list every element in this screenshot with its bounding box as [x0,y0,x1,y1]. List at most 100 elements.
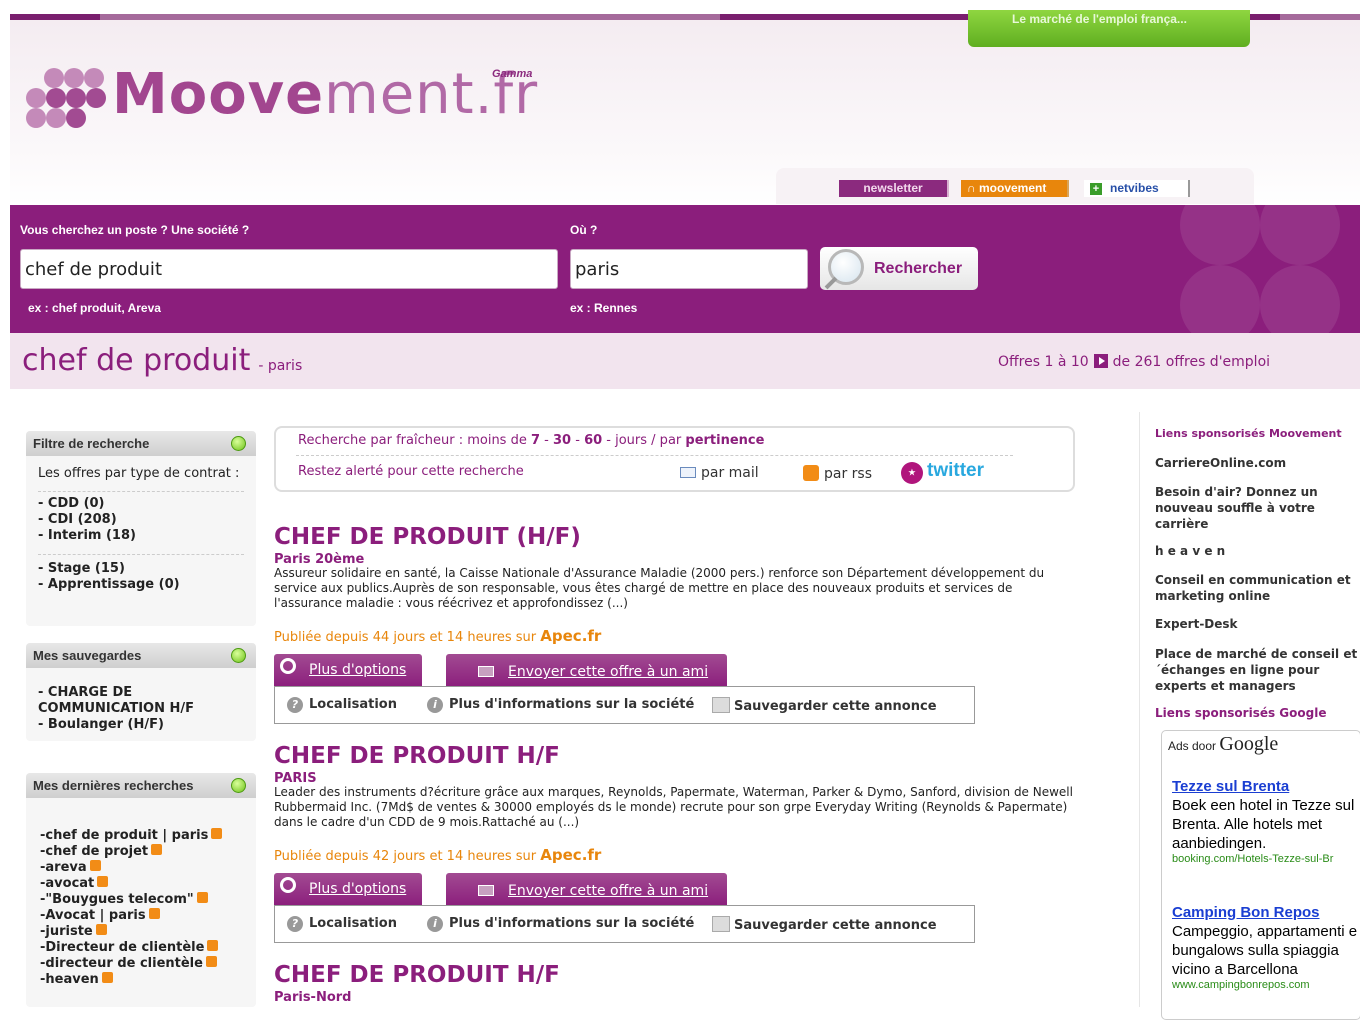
saved-item[interactable]: - Boulanger (H/F) [38,717,244,733]
recent-item[interactable]: -Avocat | paris [40,908,244,924]
recent-item[interactable]: -chef de produit | paris [40,828,244,844]
saved-title: Mes sauvegardes [33,648,142,663]
days-7-link[interactable]: 7 [531,433,540,448]
recent-item[interactable]: -avocat [40,876,244,892]
rss-icon[interactable] [196,892,208,903]
rss-icon[interactable] [207,940,219,951]
rss-icon[interactable] [148,908,160,919]
rss-icon[interactable] [97,876,109,887]
company-info-action[interactable]: i Plus d'informations sur la société [427,697,694,713]
ad-title[interactable]: Camping Bon Repos [1172,903,1360,922]
recent-item[interactable]: -chef de projet [40,844,244,860]
netvibes-button[interactable]: + netvibes [1084,180,1190,197]
more-options-tab[interactable]: Plus d'options [274,873,422,906]
where-input[interactable]: paris [570,249,808,289]
google-ads-box: Ads door Google Tezze sul Brenta Boek ee… [1161,730,1360,1020]
what-input[interactable]: chef de produit [20,249,558,289]
recent-item[interactable]: -areva [40,860,244,876]
send-to-friend-tab[interactable]: Envoyer cette offre à un ami [446,873,727,906]
more-options-tab[interactable]: Plus d'options [274,654,422,687]
ad-item[interactable]: Camping Bon Repos Campeggio, appartament… [1172,903,1360,991]
rss-icon: ∩ [967,181,979,195]
job-published: Publiée depuis 42 jours et 14 heures sur… [274,846,602,864]
results-title-bar: chef de produit - paris Offres 1 à 10 de 2… [10,333,1360,389]
location-action[interactable]: ? Localisation [287,916,397,932]
ad-url[interactable]: booking.com/Hotels-Tezze-sul-Br [1172,853,1360,865]
filter-stage[interactable]: - Stage (15) [38,561,244,577]
rss-icon[interactable] [205,956,217,967]
recent-item[interactable]: -directeur de clientèle [40,956,244,972]
google-sponsored-title: Liens sponsorisés Google [1155,706,1327,720]
filter-box: Filtre de recherche Les offres par type … [26,431,256,626]
offers-range: Offres 1 à 10 [998,354,1089,370]
recent-searches-box: Mes dernières recherches -chef de produi… [26,773,256,1007]
green-dot-icon[interactable] [231,436,246,451]
rss-icon[interactable] [95,924,107,935]
ad-url[interactable]: www.campingbonrepos.com [1172,979,1360,991]
recent-title: Mes dernières recherches [33,778,194,793]
recent-item[interactable]: -Directeur de clientèle [40,940,244,956]
rss-icon[interactable] [89,860,101,871]
job-published: Publiée depuis 44 jours et 14 heures sur… [274,627,602,645]
job-source[interactable]: Apec.fr [540,846,601,864]
alert-rss-link[interactable]: par rss [803,465,872,482]
filter-interim[interactable]: - Interim (18) [38,528,244,544]
days-30-link[interactable]: 30 [553,433,571,448]
rss-icon [803,465,819,481]
rss-icon[interactable] [211,828,223,839]
green-dot-icon[interactable] [231,778,246,793]
rss-button[interactable]: ∩ moovement [961,180,1069,197]
save-action[interactable]: Sauvegarder cette annonce [712,916,937,933]
promo-tab[interactable]: Le marché de l'emploi frança... [968,10,1250,47]
location-action[interactable]: ? Localisation [287,697,397,713]
twitter-link[interactable]: ★ twitter [901,460,984,484]
job-title[interactable]: CHEF DE PRODUIT (H/F) [274,524,1084,550]
saved-box: Mes sauvegardes - CHARGE DE COMMUNICATIO… [26,643,256,741]
job-actions: ? Localisation i Plus d'informations sur l… [274,905,975,943]
rss-icon[interactable] [151,844,163,855]
info-icon: i [427,916,443,932]
where-example: ex : Rennes [570,301,638,315]
ad-text: Boek een hotel in Tezze sul Brenta. Alle… [1172,797,1355,852]
saved-item[interactable]: - CHARGE DE COMMUNICATION H/F [38,685,244,717]
feed-bar: newsletter ∩ moovement + netvibes [776,168,1254,204]
recent-item[interactable]: -heaven [40,972,244,988]
recent-item[interactable]: -"Bouygues telecom" [40,892,244,908]
job-title[interactable]: CHEF DE PRODUIT H/F [274,743,1084,769]
recent-item[interactable]: -juriste [40,924,244,940]
job-actions: ? Localisation i Plus d'informations sur l… [274,686,975,724]
sponsored-link[interactable]: Expert-Desk [1155,617,1238,631]
ad-text: Campeggio, appartamenti e bungalows sull… [1172,923,1358,978]
netvibes-label: netvibes [1110,181,1159,195]
filter-cdd[interactable]: - CDD (0) [38,496,244,512]
alert-text: Restez alerté pour cette recherche [298,464,524,479]
company-info-action[interactable]: i Plus d'informations sur la société [427,916,694,932]
alert-mail-link[interactable]: par mail [680,465,759,481]
what-example: ex : chef produit, Areva [28,301,161,315]
right-sidebar: Liens sponsorisés Moovement CarriereOnli… [1139,412,1360,1020]
mail-icon [478,666,494,677]
filter-intro: Les offres par type de contrat : [38,466,240,481]
job-title[interactable]: CHEF DE PRODUIT H/F [274,962,1084,988]
filter-apprentissage[interactable]: - Apprentissage (0) [38,577,244,593]
ad-item[interactable]: Tezze sul Brenta Boek een hotel in Tezze… [1172,777,1360,865]
sponsored-link[interactable]: CarriereOnline.com [1155,456,1286,470]
save-action[interactable]: Sauvegarder cette annonce [712,697,937,714]
next-page-icon[interactable] [1093,354,1108,368]
green-dot-icon[interactable] [231,648,246,663]
search-button[interactable]: Rechercher [820,247,978,290]
newsletter-button[interactable]: newsletter [839,180,949,197]
logo-tag: Gamma [492,68,533,80]
filter-cdi[interactable]: - CDI (208) [38,512,244,528]
plus-icon: + [1090,183,1102,195]
query-text: chef de produit [22,343,251,378]
job-source[interactable]: Apec.fr [540,627,601,645]
ad-title[interactable]: Tezze sul Brenta [1172,777,1360,796]
sponsored-desc: Place de marché de conseil et ´échanges … [1155,647,1358,693]
rss-icon[interactable] [101,972,113,983]
help-icon: ? [287,697,303,713]
send-to-friend-tab[interactable]: Envoyer cette offre à un ami [446,654,727,687]
days-60-link[interactable]: 60 [584,433,602,448]
sponsored-link[interactable]: h e a v e n [1155,544,1225,558]
relevance-link[interactable]: pertinence [685,433,764,448]
